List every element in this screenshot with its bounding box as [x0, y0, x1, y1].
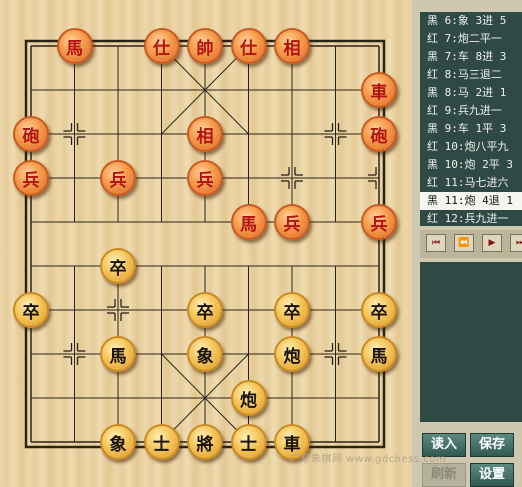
refresh-button[interactable]: 刷新: [422, 463, 466, 487]
move-item[interactable]: 黑 6:象 3进 5: [420, 12, 522, 30]
red-piece[interactable]: 兵: [187, 160, 223, 196]
previous-move-icon[interactable]: ⏪: [454, 234, 474, 252]
black-piece[interactable]: 炮: [230, 380, 267, 416]
move-item[interactable]: 红 11:马七进六: [420, 174, 522, 192]
move-item[interactable]: 黑 10:炮 2平 3: [420, 156, 522, 174]
red-piece[interactable]: 兵: [13, 160, 49, 196]
black-piece[interactable]: 士: [143, 424, 180, 460]
red-piece[interactable]: 砲: [13, 116, 49, 152]
black-piece[interactable]: 卒: [187, 292, 223, 328]
comment-box[interactable]: [420, 262, 522, 422]
red-piece[interactable]: 馬: [56, 28, 93, 64]
red-piece[interactable]: 車: [361, 72, 397, 108]
red-piece[interactable]: 仕: [230, 28, 267, 64]
move-item[interactable]: 红 10:炮八平九: [420, 138, 522, 156]
settings-button[interactable]: 设置: [470, 463, 514, 487]
black-piece[interactable]: 卒: [361, 292, 397, 328]
next-move-icon[interactable]: ▶: [482, 234, 502, 252]
move-item[interactable]: 黑 9:车 1平 3: [420, 120, 522, 138]
last-move-icon[interactable]: ⏭: [510, 234, 522, 252]
black-piece[interactable]: 卒: [100, 248, 136, 284]
red-piece[interactable]: 砲: [361, 116, 397, 152]
black-piece[interactable]: 馬: [100, 336, 136, 372]
black-piece[interactable]: 象: [187, 336, 223, 372]
red-piece[interactable]: 馬: [230, 204, 267, 240]
move-item[interactable]: 黑 8:马 2进 1: [420, 84, 522, 102]
red-piece[interactable]: 兵: [274, 204, 310, 240]
move-navigation: ⏮ ⏪ ▶ ⏭: [420, 230, 522, 258]
move-item[interactable]: 红 8:马三退二: [420, 66, 522, 84]
red-piece[interactable]: 兵: [100, 160, 136, 196]
red-piece[interactable]: 相: [274, 28, 310, 64]
first-move-icon[interactable]: ⏮: [426, 234, 446, 252]
move-item[interactable]: 红 7:炮二平一: [420, 30, 522, 48]
black-piece[interactable]: 士: [230, 424, 267, 460]
move-item[interactable]: 黑 7:车 8进 3: [420, 48, 522, 66]
red-piece[interactable]: 兵: [361, 204, 397, 240]
move-item[interactable]: 红 12:兵九进一: [420, 210, 522, 226]
black-piece[interactable]: 馬: [361, 336, 397, 372]
board-grid: [24, 39, 386, 449]
red-piece[interactable]: 帥: [187, 28, 223, 64]
black-piece[interactable]: 象: [100, 424, 136, 460]
xiangqi-board[interactable]: 馬仕帥仕相車砲相砲兵兵兵馬兵兵卒卒卒卒卒馬象炮馬炮象士將士車: [0, 0, 412, 487]
move-item[interactable]: 红 9:兵九进一: [420, 102, 522, 120]
red-piece[interactable]: 仕: [143, 28, 180, 64]
red-piece[interactable]: 相: [187, 116, 223, 152]
black-piece[interactable]: 卒: [13, 292, 49, 328]
black-piece[interactable]: 卒: [274, 292, 310, 328]
move-list[interactable]: 黑 6:象 3进 5 红 7:炮二平一 黑 7:车 8进 3 红 8:马三退二 …: [420, 12, 522, 226]
black-piece[interactable]: 將: [187, 424, 223, 460]
watermark: 广东象棋网 www.gdchess.com: [290, 454, 447, 465]
save-button[interactable]: 保存: [470, 433, 514, 457]
move-item-selected[interactable]: 黑 11:炮 4退 1: [420, 192, 522, 210]
black-piece[interactable]: 炮: [274, 336, 310, 372]
